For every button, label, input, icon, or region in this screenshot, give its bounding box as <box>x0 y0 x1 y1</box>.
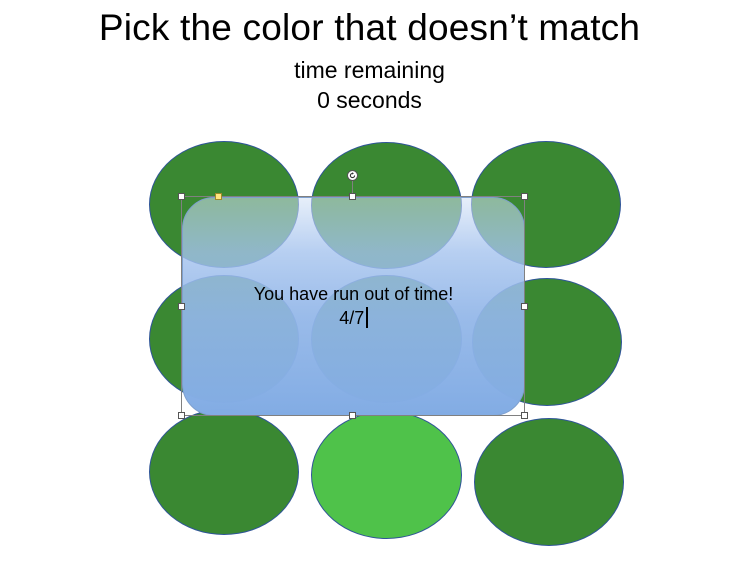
timer-label: time remaining <box>294 57 445 83</box>
time-up-message[interactable]: You have run out of time! 4/7 <box>182 282 525 330</box>
score-text: 4/7 <box>339 308 365 328</box>
circle-r3c2[interactable] <box>311 411 462 539</box>
resize-handle-bottom-left[interactable] <box>178 412 185 419</box>
rotate-icon[interactable] <box>347 170 358 181</box>
resize-handle-bottom[interactable] <box>349 412 356 419</box>
resize-handle-right[interactable] <box>521 303 528 310</box>
resize-handle-top-left[interactable] <box>178 193 185 200</box>
circle-r3c3[interactable] <box>474 418 624 546</box>
adjust-handle[interactable] <box>215 193 222 200</box>
resize-handle-bottom-right[interactable] <box>521 412 528 419</box>
slide-title: Pick the color that doesn’t match <box>98 7 641 48</box>
resize-handle-left[interactable] <box>178 303 185 310</box>
timer-value: 0 seconds <box>317 87 422 113</box>
message-text: You have run out of time! <box>253 284 454 304</box>
text-cursor <box>366 307 368 328</box>
resize-handle-top-right[interactable] <box>521 193 528 200</box>
score-line: 4/7 <box>182 306 525 330</box>
circle-r3c1[interactable] <box>149 409 299 535</box>
resize-handle-top[interactable] <box>349 193 356 200</box>
